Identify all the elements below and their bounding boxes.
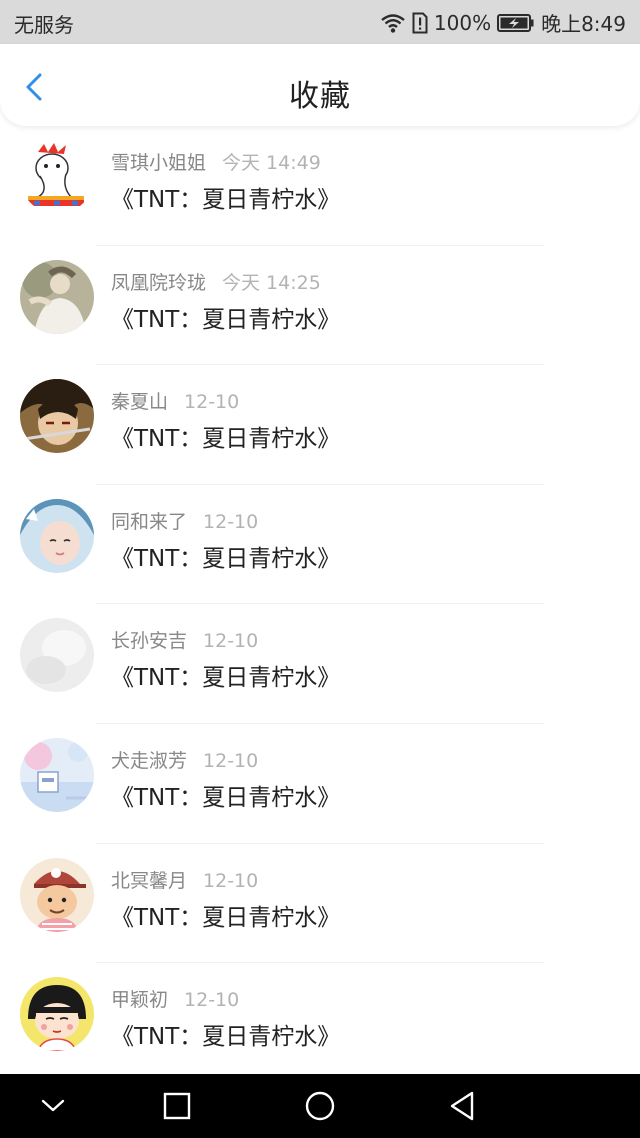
author-name: 长孙安吉 — [111, 630, 188, 653]
post-time: 12-10 — [203, 869, 259, 892]
item-title: 《TNT：夏日青柠水》 — [111, 1024, 341, 1051]
post-time: 12-10 — [203, 749, 259, 772]
author-name: 凤凰院玲珑 — [111, 271, 207, 294]
list-item[interactable]: 甲颖初 12-10 《TNT：夏日青柠水》 — [0, 963, 640, 1083]
post-time: 今天 14:25 — [222, 271, 321, 294]
photo-person-avatar — [20, 259, 94, 334]
list-item[interactable]: 同和来了 12-10 《TNT：夏日青柠水》 — [0, 485, 640, 605]
battery-percent: 100% — [433, 10, 492, 35]
sim-alert-icon — [412, 12, 428, 34]
author-name: 同和来了 — [111, 510, 188, 533]
item-title: 《TNT：夏日青柠水》 — [111, 904, 341, 931]
blank-light-avatar — [20, 618, 94, 693]
item-title: 《TNT：夏日青柠水》 — [111, 665, 341, 692]
item-meta: 犬走淑芳 12-10 — [111, 746, 258, 773]
item-title: 《TNT：夏日青柠水》 — [111, 306, 341, 333]
item-meta: 甲颖初 12-10 — [111, 985, 239, 1012]
chevron-down-icon[interactable] — [35, 1088, 71, 1124]
list-item[interactable]: 犬走淑芳 12-10 《TNT：夏日青柠水》 — [0, 724, 640, 844]
circle-home-icon[interactable] — [302, 1088, 338, 1124]
battery-charging-icon — [497, 13, 535, 33]
author-name: 秦夏山 — [111, 391, 169, 414]
maruko-girl-avatar — [20, 977, 94, 1052]
header: 收藏 — [0, 44, 640, 126]
cartoon-character-avatar — [20, 140, 94, 214]
item-meta: 同和来了 12-10 — [111, 507, 258, 534]
status-indicators: 100% 晚上8:49 — [380, 8, 626, 37]
item-meta: 秦夏山 12-10 — [111, 387, 239, 414]
item-title: 《TNT：夏日青柠水》 — [111, 784, 341, 811]
carrier-label: 无服务 — [14, 13, 74, 37]
item-title: 《TNT：夏日青柠水》 — [111, 426, 341, 453]
author-name: 北冥馨月 — [111, 869, 188, 892]
list-item[interactable]: 凤凰院玲珑 今天 14:25 《TNT：夏日青柠水》 — [0, 246, 640, 366]
item-title: 《TNT：夏日青柠水》 — [111, 187, 341, 213]
page-title: 收藏 — [289, 79, 351, 114]
clock: 晚上8:49 — [541, 12, 626, 36]
wifi-icon — [380, 12, 406, 34]
triangle-back-icon[interactable] — [444, 1088, 480, 1124]
post-time: 12-10 — [184, 391, 240, 414]
list-item[interactable]: 北冥馨月 12-10 《TNT：夏日青柠水》 — [0, 844, 640, 964]
girl-costume-avatar — [20, 498, 94, 573]
item-meta: 雪琪小姐姐 今天 14:49 — [111, 148, 321, 175]
item-meta: 凤凰院玲珑 今天 14:25 — [111, 268, 321, 295]
author-name: 雪琪小姐姐 — [111, 152, 207, 174]
cartoon-boy-cap-avatar — [20, 857, 94, 932]
post-time: 12-10 — [203, 630, 259, 653]
favorites-list: 雪琪小姐姐 今天 14:49 《TNT：夏日青柠水》 凤凰院玲珑 今天 14:25 … — [0, 126, 640, 1083]
list-item[interactable]: 雪琪小姐姐 今天 14:49 《TNT：夏日青柠水》 — [0, 126, 640, 246]
author-name: 甲颖初 — [111, 989, 169, 1012]
anime-boy-avatar — [20, 379, 94, 454]
square-recents-icon[interactable] — [159, 1088, 195, 1124]
post-time: 今天 14:49 — [222, 152, 321, 174]
list-item[interactable]: 秦夏山 12-10 《TNT：夏日青柠水》 — [0, 365, 640, 485]
system-navigation-bar — [0, 1074, 640, 1138]
post-time: 12-10 — [203, 510, 259, 533]
item-meta: 长孙安吉 12-10 — [111, 626, 258, 653]
item-title: 《TNT：夏日青柠水》 — [111, 545, 341, 572]
item-meta: 北冥馨月 12-10 — [111, 866, 258, 893]
list-item[interactable]: 长孙安吉 12-10 《TNT：夏日青柠水》 — [0, 604, 640, 724]
post-time: 12-10 — [184, 989, 240, 1012]
author-name: 犬走淑芳 — [111, 749, 188, 772]
pastel-scene-avatar — [20, 737, 94, 812]
status-bar: 无服务 100% 晚上8:49 — [0, 0, 640, 44]
